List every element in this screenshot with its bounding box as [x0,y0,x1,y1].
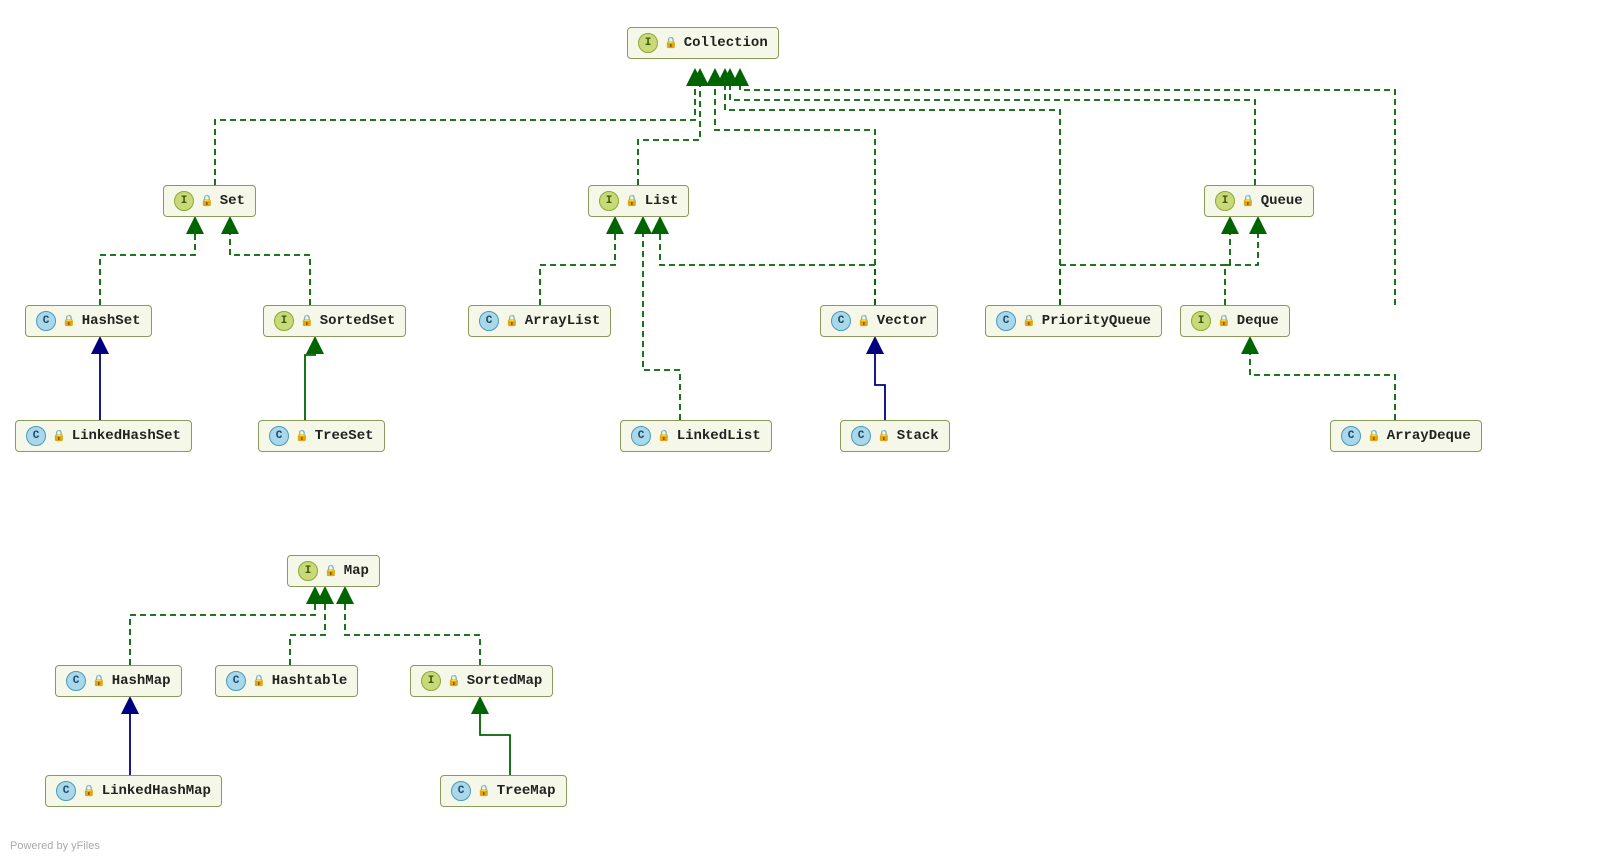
lock-queue: 🔒 [1241,194,1255,208]
badge-collection: I [638,33,658,53]
node-deque[interactable]: I 🔒 Deque [1180,305,1290,337]
label-linkedhashset: LinkedHashSet [72,428,181,444]
badge-hashmap: C [66,671,86,691]
label-hashtable: Hashtable [272,673,348,689]
lock-arraydeque: 🔒 [1367,429,1381,443]
label-arraylist: ArrayList [525,313,601,329]
node-vector[interactable]: C 🔒 Vector [820,305,938,337]
label-sortedset: SortedSet [320,313,396,329]
label-sortedmap: SortedMap [467,673,543,689]
label-priorityqueue: PriorityQueue [1042,313,1151,329]
badge-arraylist: C [479,311,499,331]
badge-linkedlist: C [631,426,651,446]
label-stack: Stack [897,428,939,444]
node-priorityqueue[interactable]: C 🔒 PriorityQueue [985,305,1162,337]
label-deque: Deque [1237,313,1279,329]
lock-collection: 🔒 [664,36,678,50]
node-treemap[interactable]: C 🔒 TreeMap [440,775,567,807]
label-list: List [645,193,679,209]
lock-vector: 🔒 [857,314,871,328]
lock-hashmap: 🔒 [92,674,106,688]
node-arraylist[interactable]: C 🔒 ArrayList [468,305,611,337]
badge-hashtable: C [226,671,246,691]
lock-stack: 🔒 [877,429,891,443]
node-arraydeque[interactable]: C 🔒 ArrayDeque [1330,420,1482,452]
label-vector: Vector [877,313,927,329]
diagram-container: I 🔒 Collection I 🔒 Set I 🔒 List I 🔒 Queu… [0,0,1612,862]
node-linkedlist[interactable]: C 🔒 LinkedList [620,420,772,452]
lock-treemap: 🔒 [477,784,491,798]
lock-hashset: 🔒 [62,314,76,328]
lock-linkedlist: 🔒 [657,429,671,443]
badge-stack: C [851,426,871,446]
lock-list: 🔒 [625,194,639,208]
badge-linkedhashset: C [26,426,46,446]
label-arraydeque: ArrayDeque [1387,428,1471,444]
node-hashmap[interactable]: C 🔒 HashMap [55,665,182,697]
label-collection: Collection [684,35,768,51]
badge-treemap: C [451,781,471,801]
label-treeset: TreeSet [315,428,374,444]
badge-vector: C [831,311,851,331]
lock-set: 🔒 [200,194,214,208]
node-hashset[interactable]: C 🔒 HashSet [25,305,152,337]
lock-hashtable: 🔒 [252,674,266,688]
label-linkedlist: LinkedList [677,428,761,444]
badge-hashset: C [36,311,56,331]
label-queue: Queue [1261,193,1303,209]
badge-treeset: C [269,426,289,446]
lock-treeset: 🔒 [295,429,309,443]
label-hashset: HashSet [82,313,141,329]
lock-priorityqueue: 🔒 [1022,314,1036,328]
lock-map: 🔒 [324,564,338,578]
badge-linkedhashmap: C [56,781,76,801]
node-map[interactable]: I 🔒 Map [287,555,380,587]
badge-map: I [298,561,318,581]
label-hashmap: HashMap [112,673,171,689]
badge-deque: I [1191,311,1211,331]
node-queue[interactable]: I 🔒 Queue [1204,185,1314,217]
badge-arraydeque: C [1341,426,1361,446]
label-treemap: TreeMap [497,783,556,799]
node-linkedhashset[interactable]: C 🔒 LinkedHashSet [15,420,192,452]
badge-list: I [599,191,619,211]
lock-deque: 🔒 [1217,314,1231,328]
node-collection[interactable]: I 🔒 Collection [627,27,779,59]
lock-sortedset: 🔒 [300,314,314,328]
node-sortedmap[interactable]: I 🔒 SortedMap [410,665,553,697]
node-stack[interactable]: C 🔒 Stack [840,420,950,452]
badge-set: I [174,191,194,211]
node-treeset[interactable]: C 🔒 TreeSet [258,420,385,452]
watermark: Powered by yFiles [10,840,100,852]
lock-linkedhashmap: 🔒 [82,784,96,798]
badge-queue: I [1215,191,1235,211]
badge-sortedset: I [274,311,294,331]
badge-priorityqueue: C [996,311,1016,331]
node-set[interactable]: I 🔒 Set [163,185,256,217]
lock-linkedhashset: 🔒 [52,429,66,443]
lock-sortedmap: 🔒 [447,674,461,688]
label-map: Map [344,563,369,579]
badge-sortedmap: I [421,671,441,691]
node-linkedhashmap[interactable]: C 🔒 LinkedHashMap [45,775,222,807]
label-set: Set [220,193,245,209]
node-hashtable[interactable]: C 🔒 Hashtable [215,665,358,697]
lock-arraylist: 🔒 [505,314,519,328]
node-list[interactable]: I 🔒 List [588,185,689,217]
node-sortedset[interactable]: I 🔒 SortedSet [263,305,406,337]
label-linkedhashmap: LinkedHashMap [102,783,211,799]
